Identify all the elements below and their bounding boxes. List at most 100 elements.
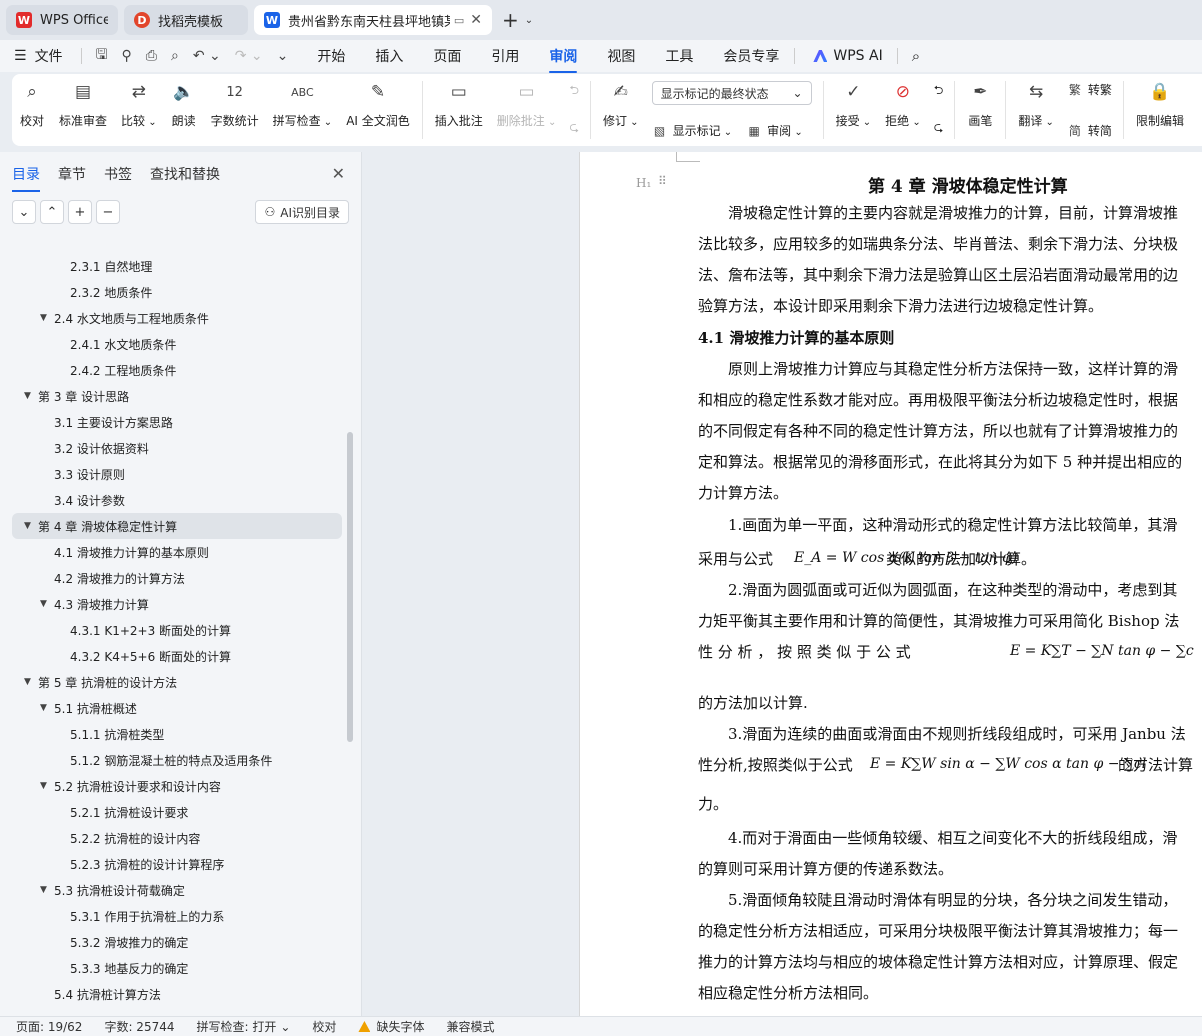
next-change-icon[interactable]: ⮎	[934, 118, 944, 139]
insert-comment-button[interactable]: ▭ 插入批注	[428, 79, 490, 141]
nav-tools[interactable]: 工具	[665, 46, 693, 66]
toc-item[interactable]: 5.1.2 钢筋混凝土桩的特点及适用条件	[0, 747, 354, 773]
toc-item[interactable]: 5.2.3 抗滑桩的设计计算程序	[0, 851, 354, 877]
document-page[interactable]: H₁ ⠿ 第 4 章 滑坡体稳定性计算 滑坡稳定性计算的主要内容就是滑坡推力的计…	[579, 152, 1202, 1016]
expand-arrow-icon[interactable]: ▼	[40, 599, 54, 609]
toc-item[interactable]: 3.2 设计依据资料	[0, 435, 354, 461]
chevron-down-icon[interactable]: ⌄	[525, 15, 533, 26]
toc-item[interactable]: 2.4.1 水文地质条件	[0, 331, 354, 357]
toc-item[interactable]: ▼ 第 4 章 滑坡体稳定性计算	[12, 513, 342, 539]
wps-ai-button[interactable]: WPS AI	[813, 48, 883, 64]
nav-member[interactable]: 会员专享	[723, 46, 779, 66]
prev-comment-icon[interactable]: ⮌	[569, 81, 579, 102]
ai-recognize-toc-button[interactable]: ⚇ AI识别目录	[255, 200, 349, 224]
minus-icon[interactable]: −	[96, 200, 120, 224]
proofread-button[interactable]: ⌕ 校对	[12, 79, 52, 141]
nav-insert[interactable]: 插入	[375, 46, 403, 66]
translate-button[interactable]: ⇆ 翻译	[1011, 79, 1061, 141]
delete-comment-button[interactable]: ▭ 删除批注	[490, 79, 564, 141]
ai-polish-button[interactable]: ✎ AI 全文润色	[339, 79, 417, 141]
expand-arrow-icon[interactable]: ▼	[24, 391, 38, 401]
nav-home[interactable]: 开始	[317, 46, 345, 66]
chevron-down-icon[interactable]: ⌄	[12, 200, 36, 224]
tab-sections[interactable]: 章节	[58, 164, 86, 184]
word-count-indicator[interactable]: 字数: 25744	[104, 1018, 174, 1035]
toc-item[interactable]: 4.2 滑坡推力的计算方法	[0, 565, 354, 591]
show-markup-button[interactable]: ▧ 显示标记	[652, 122, 733, 139]
to-traditional-button[interactable]: 繁转繁	[1067, 81, 1112, 98]
tab-document[interactable]: W 贵州省黔东南天柱县坪地镇某 ▭ ✕	[254, 5, 492, 35]
print-icon[interactable]: ⎙	[146, 48, 157, 64]
expand-arrow-icon[interactable]: ▼	[40, 313, 54, 323]
search-icon[interactable]: ⌕	[912, 47, 920, 65]
toc-item[interactable]: 5.4 抗滑桩计算方法	[0, 981, 354, 1007]
nav-view[interactable]: 视图	[607, 46, 635, 66]
toc-item[interactable]: 5.3.2 滑坡推力的确定	[0, 929, 354, 955]
spell-check-status[interactable]: 拼写检查: 打开 ⌄	[197, 1018, 291, 1035]
to-simplified-button[interactable]: 简转简	[1067, 122, 1112, 139]
expand-arrow-icon[interactable]: ▼	[40, 703, 54, 713]
print-preview-icon[interactable]: ⌕	[171, 48, 179, 64]
accept-button[interactable]: ✓ 接受	[829, 79, 879, 141]
close-icon[interactable]: ✕	[332, 164, 345, 183]
file-menu[interactable]: ☰ 文件	[14, 46, 63, 66]
scrollbar[interactable]	[347, 432, 353, 742]
next-comment-icon[interactable]: ⮎	[569, 118, 579, 139]
expand-arrow-icon[interactable]: ▼	[40, 781, 54, 791]
toc-item[interactable]: ▼ 5.1 抗滑桩概述	[0, 695, 354, 721]
expand-arrow-icon[interactable]: ▼	[24, 677, 38, 687]
drag-handle-icon[interactable]: ⠿	[658, 174, 667, 188]
chevron-up-icon[interactable]: ⌃	[40, 200, 64, 224]
toc-item[interactable]: 5.1.1 抗滑桩类型	[0, 721, 354, 747]
toc-item[interactable]: 5.3.1 作用于抗滑桩上的力系	[0, 903, 354, 929]
undo-icon[interactable]: ↶ ⌄	[193, 48, 221, 64]
redo-icon[interactable]: ↷ ⌄	[235, 48, 263, 64]
toc-item[interactable]: 4.1 滑坡推力计算的基本原则	[0, 539, 354, 565]
spell-check-button[interactable]: ABC 拼写检查	[266, 79, 340, 141]
pen-button[interactable]: ✒ 画笔	[960, 79, 1000, 141]
tab-wps-office[interactable]: W WPS Office	[6, 5, 118, 35]
tab-template[interactable]: D 找稻壳模板	[124, 5, 248, 35]
revise-button[interactable]: ✍ 修订	[596, 79, 646, 141]
screen-icon[interactable]: ▭	[454, 14, 464, 27]
toc-item[interactable]: ▼ 5.3 抗滑桩设计荷载确定	[0, 877, 354, 903]
toc-item[interactable]: 3.4 设计参数	[0, 487, 354, 513]
page-indicator[interactable]: 页面: 19/62	[16, 1018, 82, 1035]
nav-review[interactable]: 审阅	[549, 46, 578, 73]
toc-item[interactable]: 4.3.2 K4+5+6 断面处的计算	[0, 643, 354, 669]
save-icon[interactable]: 🖫	[96, 44, 108, 68]
toc-item[interactable]: ▼ 5.2 抗滑桩设计要求和设计内容	[0, 773, 354, 799]
toc-item[interactable]: 2.3.1 自然地理	[0, 253, 354, 279]
read-aloud-button[interactable]: 🔈 朗读	[164, 79, 204, 141]
tab-toc[interactable]: 目录	[12, 164, 40, 192]
restrict-edit-button[interactable]: 🔒 限制编辑	[1129, 79, 1191, 141]
expand-arrow-icon[interactable]: ▼	[40, 885, 54, 895]
toc-item[interactable]: 5.2.1 抗滑桩设计要求	[0, 799, 354, 825]
prev-change-icon[interactable]: ⮌	[934, 81, 944, 102]
compare-button[interactable]: ⇄ 比较	[114, 79, 164, 141]
toc-item[interactable]: ▼ 2.4 水文地质与工程地质条件	[0, 305, 354, 331]
toc-item[interactable]: ▼ 4.3 滑坡推力计算	[0, 591, 354, 617]
tab-bookmarks[interactable]: 书签	[104, 164, 132, 184]
standard-review-button[interactable]: ▤ 标准审查	[52, 79, 114, 141]
toc-item[interactable]: 5.3.3 地基反力的确定	[0, 955, 354, 981]
nav-page[interactable]: 页面	[433, 46, 461, 66]
expand-arrow-icon[interactable]: ▼	[24, 521, 38, 531]
missing-font-status[interactable]: 缺失字体	[358, 1018, 424, 1035]
toc-item[interactable]: ▼ 第 3 章 设计思路	[0, 383, 354, 409]
new-tab-icon[interactable]: +	[502, 8, 519, 32]
toc-item[interactable]: 2.4.2 工程地质条件	[0, 357, 354, 383]
toc-item[interactable]: 4.3.1 K1+2+3 断面处的计算	[0, 617, 354, 643]
toc-item[interactable]: 3.1 主要设计方案思路	[0, 409, 354, 435]
review-pane-button[interactable]: ▦ 审阅	[746, 122, 803, 139]
tab-find-replace[interactable]: 查找和替换	[150, 164, 220, 184]
heading-marker-icon[interactable]: H₁	[636, 176, 651, 190]
nav-references[interactable]: 引用	[491, 46, 519, 66]
toc-item[interactable]: 3.3 设计原则	[0, 461, 354, 487]
markup-display-select[interactable]: 显示标记的最终状态 ⌄	[651, 81, 812, 105]
more-icon[interactable]: ⌄	[277, 48, 289, 64]
proofread-status[interactable]: 校对	[312, 1018, 336, 1035]
plus-icon[interactable]: +	[68, 200, 92, 224]
toc-item[interactable]: 5.2.2 抗滑桩的设计内容	[0, 825, 354, 851]
link-icon[interactable]: ⚲	[122, 48, 132, 64]
